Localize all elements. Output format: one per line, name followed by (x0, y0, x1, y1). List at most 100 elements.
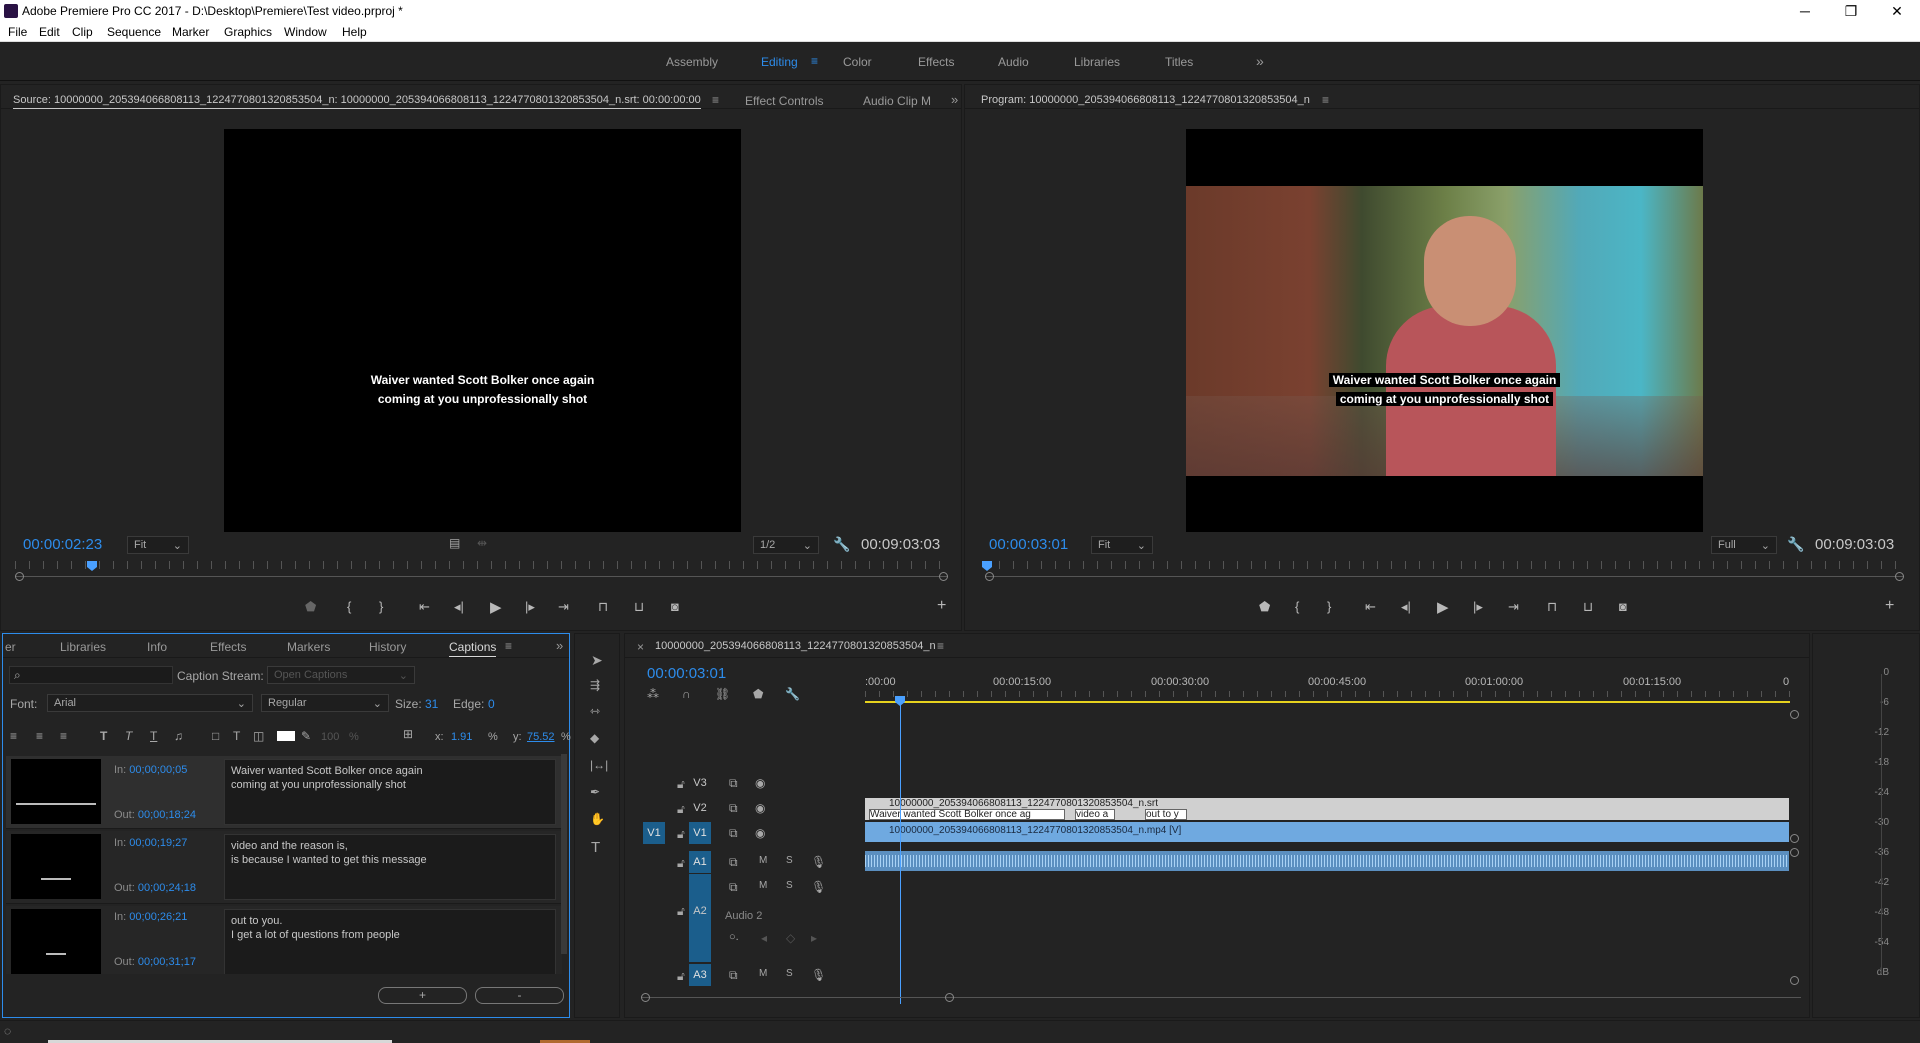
source-button-editor-icon[interactable]: + (937, 597, 946, 615)
export-frame-icon[interactable]: ◙ (1619, 599, 1627, 614)
sync-lock-icon[interactable]: ⧉ (729, 968, 738, 983)
add-marker-icon[interactable]: ⬟ (1259, 599, 1270, 615)
menu-edit[interactable]: Edit (39, 25, 60, 39)
sync-lock-icon[interactable]: ⧉ (729, 801, 738, 816)
caption-item[interactable]: In: 00;00;26;21 Out: 00;00;31;17 out to … (6, 906, 562, 974)
program-playhead[interactable] (982, 561, 992, 571)
menu-sequence[interactable]: Sequence (107, 25, 161, 39)
program-zoom-bar[interactable] (985, 576, 1903, 577)
lock-icon[interactable]: 🔓︎ (677, 827, 685, 842)
workspace-editing[interactable]: Editing (761, 55, 798, 69)
add-caption-button[interactable]: + (378, 987, 467, 1004)
program-fit-dropdown[interactable]: Fit ⌄ (1091, 536, 1153, 554)
mute-button[interactable]: M (759, 968, 767, 979)
microphone-icon[interactable]: 🎙︎ (811, 855, 826, 869)
solo-button[interactable]: S (786, 880, 793, 891)
sequence-tab-menu-icon[interactable]: ≡ (937, 639, 944, 653)
srt-clip[interactable]: 10000000_205394066808113_122477080132085… (865, 798, 1789, 820)
caption-list-scrollbar[interactable] (561, 754, 567, 954)
timeline-zoom-handle-right[interactable] (945, 993, 954, 1002)
align-right-icon[interactable]: ≡ (60, 729, 67, 743)
source-playhead[interactable] (87, 561, 97, 571)
add-marker-icon[interactable]: ⬟ (305, 599, 316, 615)
track-name-v2[interactable]: V2 (689, 797, 711, 819)
timeline-ruler[interactable]: :00:00 00:00:15:00 00:00:30:00 00:00:45:… (865, 676, 1795, 706)
workspace-menu-icon[interactable]: ≡ (811, 54, 818, 68)
sync-lock-icon[interactable]: ⧉ (729, 880, 738, 895)
next-keyframe-icon[interactable]: ▸ (811, 931, 817, 945)
caption-out-time[interactable]: 00;00;24;18 (138, 882, 196, 894)
caption-out-time[interactable]: 00;00;31;17 (138, 956, 196, 968)
lock-icon[interactable]: 🔓︎ (677, 904, 685, 919)
play-icon[interactable]: ▶ (1437, 598, 1449, 616)
menu-marker[interactable]: Marker (172, 25, 209, 39)
eye-icon[interactable]: ◉ (755, 776, 765, 790)
caption-item[interactable]: In: 00;00;19;27 Out: 00;00;24;18 video a… (6, 831, 562, 904)
bold-icon[interactable]: T (100, 729, 107, 743)
workspace-color[interactable]: Color (843, 55, 872, 69)
insert-icon[interactable]: ⊓ (598, 599, 608, 615)
export-frame-icon[interactable]: ◙ (671, 599, 679, 614)
sync-lock-icon[interactable]: ⧉ (729, 826, 738, 841)
mute-button[interactable]: M (759, 880, 767, 891)
snap-magnet-icon[interactable]: ∩ (682, 687, 691, 701)
caption-stream-dropdown[interactable]: Open Captions ⌄ (267, 666, 415, 684)
underline-icon[interactable]: T (150, 729, 157, 743)
mark-out-icon[interactable]: } (1327, 599, 1331, 614)
minimize-button[interactable]: ─ (1782, 0, 1828, 22)
source-timeline-ruler[interactable] (15, 561, 947, 569)
lock-icon[interactable]: 🔓︎ (677, 777, 685, 792)
maximize-button[interactable]: ❐ (1828, 0, 1874, 22)
track-name-v3[interactable]: V3 (689, 772, 711, 794)
track-name-a2[interactable]: A2 (689, 900, 711, 922)
workspace-effects[interactable]: Effects (918, 55, 954, 69)
mark-out-icon[interactable]: } (379, 599, 383, 614)
tab-captions[interactable]: Captions (449, 640, 497, 657)
go-to-out-icon[interactable]: ⇥ (1508, 599, 1519, 615)
sync-lock-icon[interactable]: ⧉ (729, 855, 738, 870)
tab-history[interactable]: History (369, 640, 406, 654)
add-keyframe-icon[interactable]: ◇ (786, 931, 795, 945)
step-forward-icon[interactable]: |▸ (525, 599, 535, 615)
caption-out-time[interactable]: 00;00;18;24 (138, 809, 196, 821)
caption-text[interactable]: out to you. I get a lot of questions fro… (224, 909, 556, 974)
selection-tool-icon[interactable]: ➤ (591, 652, 603, 669)
razor-tool-icon[interactable]: ◆ (590, 731, 599, 745)
track-name-a1[interactable]: A1 (689, 851, 711, 873)
x-value[interactable]: 1.91 (451, 731, 472, 743)
slip-tool-icon[interactable]: |↔| (590, 758, 608, 772)
timeline-vzoom-handle[interactable] (1790, 710, 1799, 719)
pen-tool-icon[interactable]: ✒ (590, 785, 600, 799)
audio-clip-mixer-tab[interactable]: Audio Clip M (863, 94, 931, 108)
effect-controls-tab[interactable]: Effect Controls (745, 94, 823, 108)
source-zoom-handle-right[interactable] (939, 572, 948, 581)
tab-effects[interactable]: Effects (210, 640, 246, 654)
size-value[interactable]: 31 (425, 697, 438, 711)
remove-caption-button[interactable]: - (475, 987, 564, 1004)
close-button[interactable]: ✕ (1874, 0, 1920, 22)
caption-text[interactable]: Waiver wanted Scott Bolker once again co… (224, 759, 556, 825)
workspace-overflow-icon[interactable]: » (1256, 53, 1264, 69)
workspace-titles[interactable]: Titles (1165, 55, 1193, 69)
y-value[interactable]: 75.52 (527, 731, 555, 743)
music-note-icon[interactable]: ♫ (174, 729, 183, 743)
program-timecode[interactable]: 00:00:03:01 (989, 536, 1068, 553)
go-to-in-icon[interactable]: ⇤ (1365, 599, 1376, 615)
captions-search-input[interactable]: ⌕ (9, 666, 173, 684)
source-zoom-bar[interactable] (15, 576, 947, 577)
align-left-icon[interactable]: ≡ (10, 729, 17, 743)
type-tool-icon[interactable]: T (591, 839, 600, 856)
source-fit-dropdown[interactable]: Fit ⌄ (127, 536, 189, 554)
timeline-vzoom-handle-bottom[interactable] (1790, 976, 1799, 985)
lock-icon[interactable]: 🔓︎ (677, 802, 685, 817)
source-video-frame[interactable]: Waiver wanted Scott Bolker once again co… (224, 129, 741, 532)
timeline-zoom-handle-left[interactable] (641, 993, 650, 1002)
close-sequence-icon[interactable]: × (637, 640, 644, 654)
ripple-edit-tool-icon[interactable]: ⇿ (590, 704, 600, 718)
workspace-libraries[interactable]: Libraries (1074, 55, 1120, 69)
caption-settings-icon[interactable]: ▤ (449, 536, 460, 550)
background-box-icon[interactable]: □ (212, 729, 219, 743)
sequence-tab[interactable]: 10000000_205394066808113_122477080132085… (655, 640, 936, 652)
bottom-tabs-overflow-icon[interactable]: » (556, 638, 563, 653)
source-settings-wrench-icon[interactable]: 🔧 (833, 536, 850, 553)
